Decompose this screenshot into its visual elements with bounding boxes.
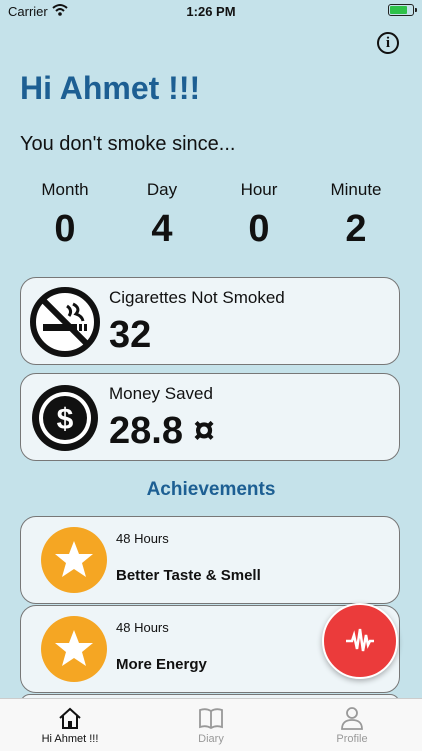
tab-bar: Hi Ahmet !!! Diary Profile <box>0 698 422 751</box>
time-counters: Month 0 Day 4 Hour 0 Minute 2 <box>0 180 422 260</box>
achievement-duration: 48 Hours <box>116 531 169 546</box>
star-icon <box>41 616 107 682</box>
tab-profile[interactable]: Profile <box>282 705 422 745</box>
subtitle: You don't smoke since... <box>20 133 236 155</box>
stat-value: 28.8 ¤ <box>109 410 215 452</box>
counter-label: Minute <box>330 180 382 199</box>
star-icon <box>41 527 107 593</box>
achievement-name: More Energy <box>116 656 207 673</box>
status-bar: Carrier 1:26 PM <box>0 0 422 24</box>
counter-label: Day <box>146 180 178 199</box>
page-title: Hi Ahmet !!! <box>20 70 201 106</box>
counter-minute: Minute 2 <box>306 180 406 251</box>
tab-home[interactable]: Hi Ahmet !!! <box>0 705 140 745</box>
counter-label: Hour <box>240 180 278 199</box>
achievements-title: Achievements <box>146 479 276 500</box>
counter-day: Day 4 <box>112 180 212 251</box>
stat-title: Money Saved <box>109 384 213 403</box>
no-smoking-icon <box>30 287 100 357</box>
cigarettes-card[interactable]: Cigarettes Not Smoked 32 <box>20 277 400 365</box>
book-icon <box>199 708 223 730</box>
stat-value: 32 <box>109 314 152 356</box>
achievement-card[interactable]: 48 Hours Better Taste & Smell <box>20 516 400 604</box>
counter-month: Month 0 <box>15 180 115 251</box>
counter-value: 2 <box>345 208 367 250</box>
counter-hour: Hour 0 <box>209 180 309 251</box>
money-card[interactable]: $ Money Saved 28.8 ¤ <box>20 373 400 461</box>
counter-value: 0 <box>54 208 76 250</box>
stat-title: Cigarettes Not Smoked <box>109 288 285 307</box>
person-icon <box>341 707 363 730</box>
svg-text:$: $ <box>57 403 74 436</box>
counter-value: 0 <box>248 208 270 250</box>
tab-label: Diary <box>198 733 224 745</box>
tab-label: Hi Ahmet !!! <box>41 733 99 745</box>
status-time: 1:26 PM <box>186 4 236 19</box>
tab-label: Profile <box>336 733 368 745</box>
dollar-icon: $ <box>32 385 98 451</box>
achievement-name: Better Taste & Smell <box>116 567 261 584</box>
record-button[interactable] <box>322 603 398 679</box>
info-button[interactable]: i <box>377 32 399 54</box>
home-icon <box>59 707 81 729</box>
counter-value: 4 <box>151 208 173 250</box>
tab-diary[interactable]: Diary <box>141 705 281 745</box>
battery-icon <box>388 4 417 16</box>
waveform-icon <box>346 628 374 652</box>
counter-label: Month <box>41 180 89 199</box>
achievement-duration: 48 Hours <box>116 620 169 635</box>
